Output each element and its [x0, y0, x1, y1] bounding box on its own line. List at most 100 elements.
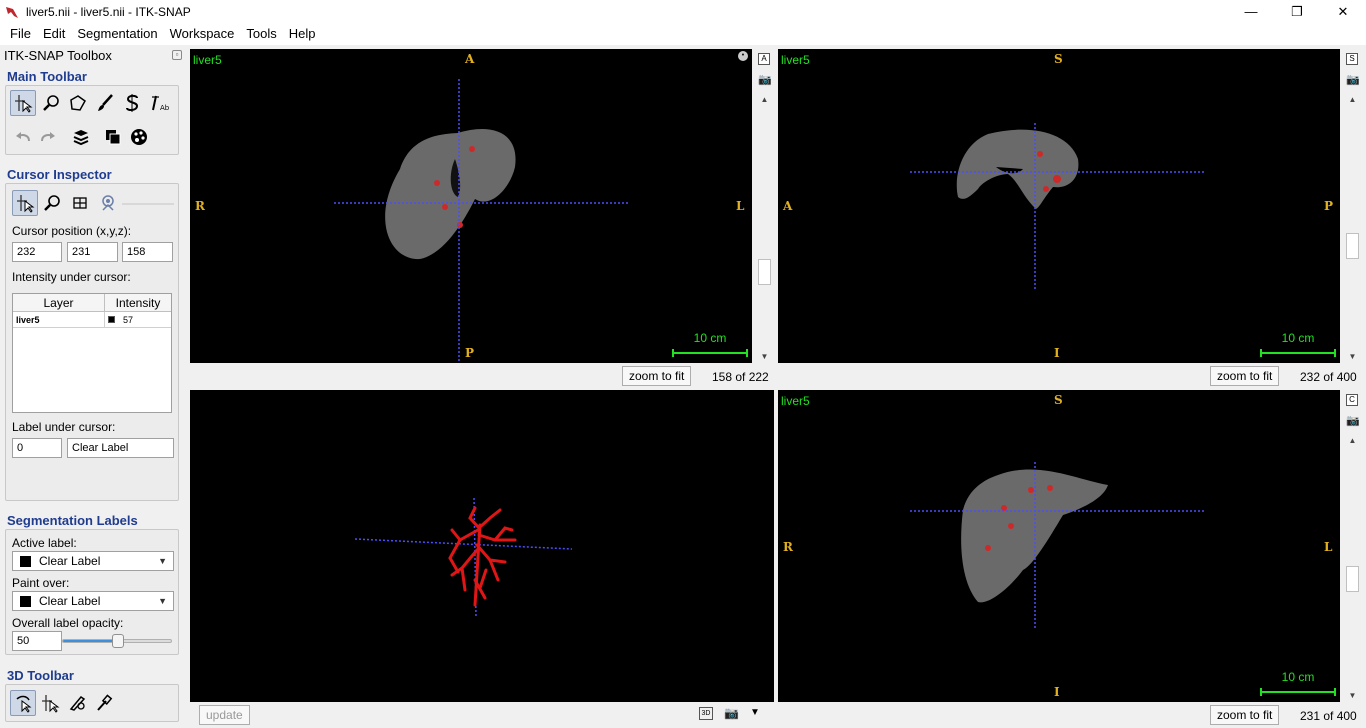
close-button[interactable]: ✕: [1320, 0, 1366, 23]
orient-right: L: [1324, 540, 1333, 554]
label-color-swatch: [20, 555, 31, 567]
annotation-tool-icon[interactable]: Ab: [146, 90, 172, 116]
opacity-field[interactable]: 50: [12, 631, 62, 651]
snake-tool-icon[interactable]: [119, 90, 145, 116]
scale-bar-tick: [1334, 349, 1336, 357]
cursor-tab-icon[interactable]: [12, 190, 38, 216]
layers-icon[interactable]: [68, 124, 94, 150]
sagittal-side-strip: S 📷 ▲ ▼: [1344, 49, 1360, 363]
camera-icon[interactable]: 📷: [758, 73, 772, 86]
3d-view[interactable]: [190, 390, 774, 702]
undock-icon[interactable]: ▫: [172, 50, 182, 60]
chevron-down-icon: ▼: [158, 556, 167, 566]
intensity-label: Intensity under cursor:: [12, 270, 131, 284]
zoom-tool-icon[interactable]: [38, 90, 64, 116]
minimize-button[interactable]: —: [1228, 0, 1274, 23]
scroll-thumb[interactable]: [1346, 566, 1359, 592]
scroll-down-icon[interactable]: ▼: [1346, 350, 1359, 363]
redo-icon[interactable]: [35, 124, 61, 150]
3d-spray-tool-icon[interactable]: [91, 690, 117, 716]
view-menu-icon[interactable]: •: [738, 51, 748, 61]
axial-slice-image: [334, 79, 628, 363]
polygon-tool-icon[interactable]: [65, 90, 91, 116]
sagittal-view[interactable]: liver5 S I A P 10 cm: [778, 49, 1340, 363]
update-button[interactable]: update: [199, 705, 250, 725]
cursor-z-field[interactable]: 158: [122, 242, 173, 262]
sagittal-zoom-to-fit-button[interactable]: zoom to fit: [1210, 366, 1280, 386]
cursor-x-field[interactable]: 232: [12, 242, 62, 262]
menu-tools[interactable]: Tools: [240, 23, 282, 45]
scroll-thumb[interactable]: [1346, 233, 1359, 259]
sync-tab-icon[interactable]: [95, 190, 121, 216]
sagittal-view-toggle[interactable]: S: [1346, 53, 1358, 65]
3d-mode-button[interactable]: 3D: [699, 707, 713, 720]
scroll-down-icon[interactable]: ▼: [1346, 689, 1359, 702]
active-label-select[interactable]: Clear Label ▼: [12, 551, 174, 571]
chevron-down-icon[interactable]: ▼: [750, 707, 760, 718]
orient-bottom: P: [465, 346, 475, 360]
column-header-intensity[interactable]: Intensity: [105, 294, 171, 311]
zoom-tab-icon[interactable]: [39, 190, 65, 216]
axial-slice-scrollbar[interactable]: ▲ ▼: [758, 93, 771, 363]
row-intensity: 57: [123, 314, 134, 325]
scroll-down-icon[interactable]: ▼: [758, 350, 771, 363]
paintbrush-tool-icon[interactable]: [92, 90, 118, 116]
3d-crosshair-tool-icon[interactable]: [37, 690, 63, 716]
menu-help[interactable]: Help: [283, 23, 322, 45]
coronal-zoom-to-fit-button[interactable]: zoom to fit: [1210, 705, 1280, 725]
scroll-up-icon[interactable]: ▲: [758, 93, 771, 106]
cursor-y-field[interactable]: 231: [67, 242, 118, 262]
orient-right: P: [1324, 199, 1334, 213]
3d-scalpel-tool-icon[interactable]: [64, 690, 90, 716]
menu-file[interactable]: File: [4, 23, 37, 45]
chevron-down-icon: ▼: [158, 596, 167, 606]
label-under-cursor-label: Label under cursor:: [12, 420, 116, 434]
table-row[interactable]: liver5 57: [13, 312, 171, 328]
orient-top: S: [1054, 52, 1063, 66]
layout-tab-icon[interactable]: [67, 190, 93, 216]
column-header-layer[interactable]: Layer: [13, 294, 105, 311]
toolbox-panel: ITK-SNAP Toolbox ▫ Main Toolbar Ab Curso…: [0, 45, 186, 728]
scroll-up-icon[interactable]: ▲: [1346, 434, 1359, 447]
scale-bar-tick: [746, 349, 748, 357]
crosshair-tool-icon[interactable]: [10, 90, 36, 116]
view-layer-name: liver5: [781, 394, 810, 408]
window-title: liver5.nii - liver5.nii - ITK-SNAP: [26, 4, 191, 19]
camera-icon[interactable]: 📷: [724, 706, 739, 720]
coronal-slice-scrollbar[interactable]: ▲ ▼: [1346, 434, 1359, 702]
scroll-up-icon[interactable]: ▲: [1346, 93, 1359, 106]
axial-zoom-to-fit-button[interactable]: zoom to fit: [622, 366, 692, 386]
scale-bar-label: 10 cm: [693, 331, 727, 345]
active-label-value: Clear Label: [39, 554, 101, 568]
paint-over-select[interactable]: Clear Label ▼: [12, 591, 174, 611]
camera-icon[interactable]: 📷: [1346, 414, 1360, 427]
label-name-field[interactable]: Clear Label: [67, 438, 174, 458]
tab-divider: [122, 203, 174, 205]
scale-bar-label: 10 cm: [1281, 670, 1315, 684]
menu-segmentation[interactable]: Segmentation: [71, 23, 163, 45]
axial-view[interactable]: liver5 A P R L 10 cm •: [190, 49, 752, 363]
menu-workspace[interactable]: Workspace: [164, 23, 241, 45]
axial-view-toggle[interactable]: A: [758, 53, 770, 65]
opacity-slider-handle[interactable]: [112, 634, 124, 648]
orient-left: R: [783, 540, 793, 554]
undo-icon[interactable]: [10, 124, 36, 150]
3d-rotate-tool-icon[interactable]: [10, 690, 36, 716]
3d-toolbar-title: 3D Toolbar: [7, 668, 74, 683]
sagittal-slice-scrollbar[interactable]: ▲ ▼: [1346, 93, 1359, 363]
coronal-view[interactable]: liver5 S I R L 10 cm: [778, 390, 1340, 702]
color-palette-icon[interactable]: [126, 124, 152, 150]
scale-bar-tick: [1260, 349, 1262, 357]
label-id-field[interactable]: 0: [12, 438, 62, 458]
maximize-button[interactable]: ❐: [1274, 0, 1320, 23]
label-editor-icon[interactable]: [100, 124, 126, 150]
scroll-thumb[interactable]: [758, 259, 771, 285]
coronal-slice-image: [910, 462, 1206, 630]
main-toolbar: Ab: [5, 85, 179, 155]
camera-icon[interactable]: 📷: [1346, 73, 1360, 86]
menu-edit[interactable]: Edit: [37, 23, 71, 45]
coronal-view-toggle[interactable]: C: [1346, 394, 1358, 406]
row-intensity-cell: 57: [105, 312, 171, 327]
opacity-slider[interactable]: [62, 634, 172, 648]
intensity-swatch: [108, 316, 115, 323]
